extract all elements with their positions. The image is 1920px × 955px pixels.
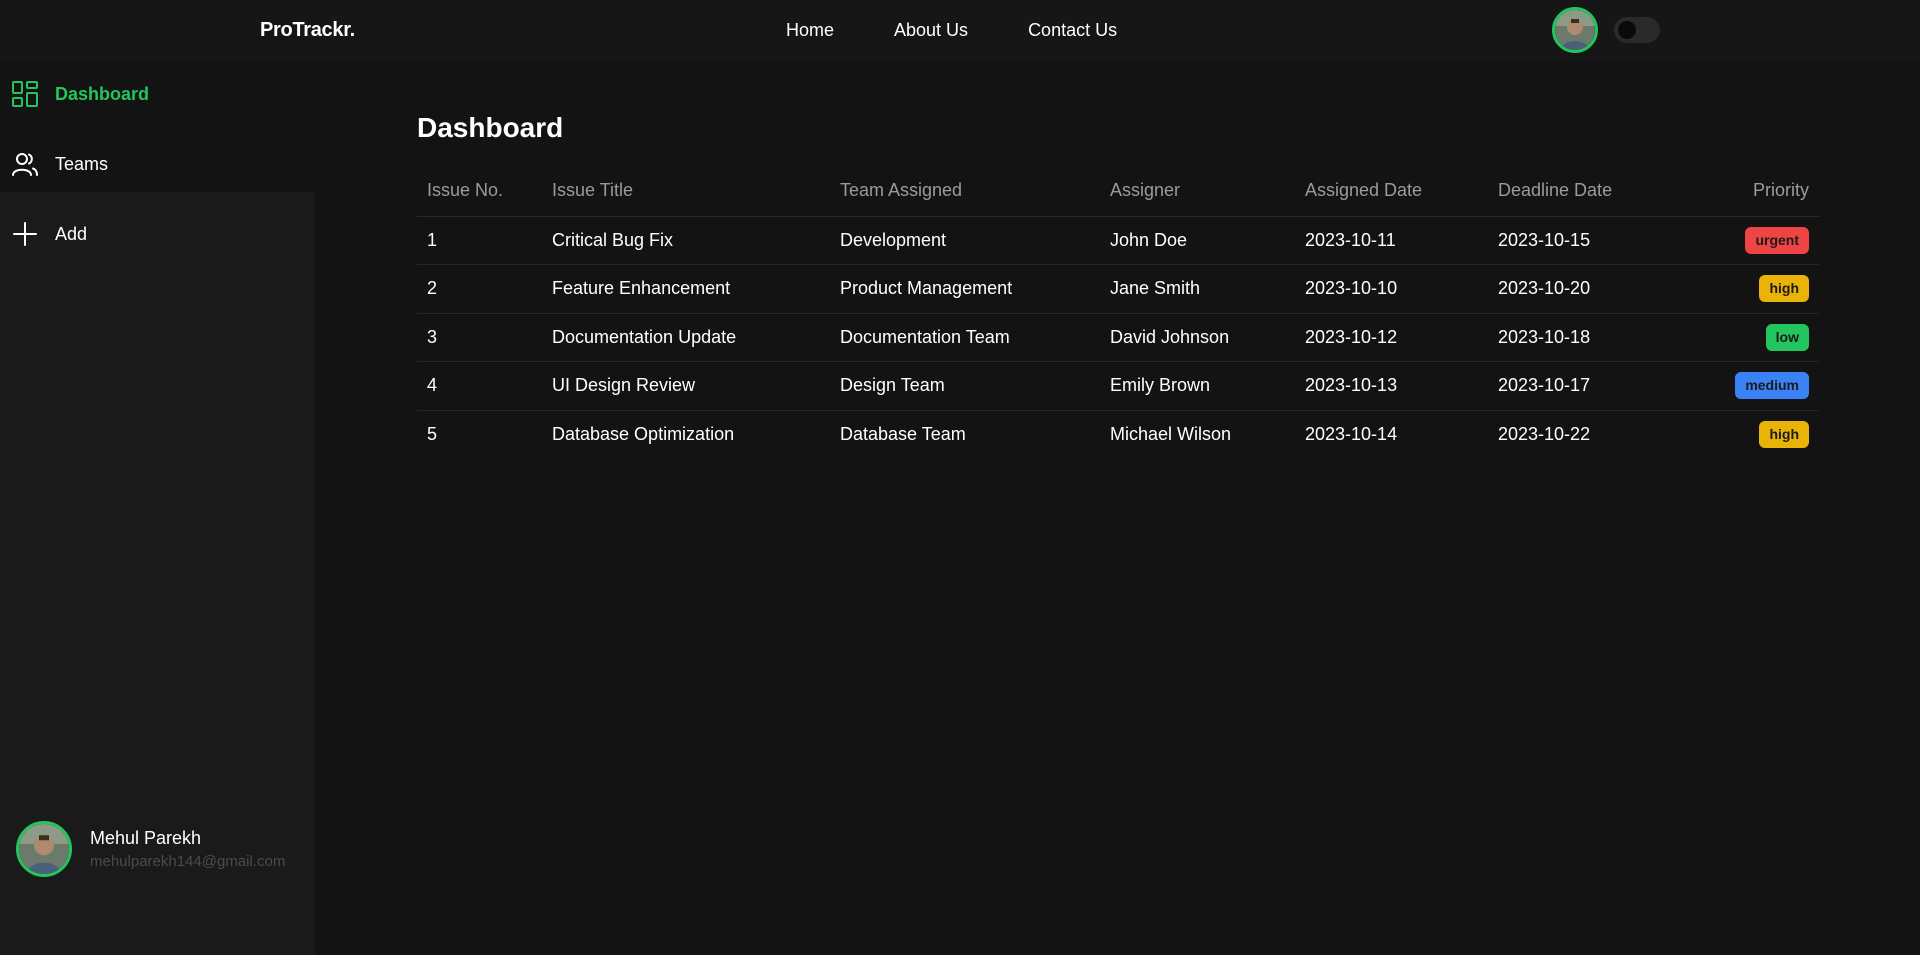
page-title: Dashboard bbox=[417, 112, 564, 143]
users-icon bbox=[11, 150, 39, 178]
column-header-priority[interactable]: Priority bbox=[1678, 166, 1819, 217]
cell-issue-title: Feature Enhancement bbox=[542, 264, 830, 314]
cell-priority: high bbox=[1678, 410, 1819, 459]
cell-issue-no: 5 bbox=[427, 424, 438, 444]
column-header-assigned-date[interactable]: Assigned Date bbox=[1295, 166, 1488, 217]
top-navbar: ProTrackr. Home About Us Contact Us bbox=[0, 0, 1920, 62]
nav-home-link[interactable]: Home bbox=[786, 20, 834, 41]
cell-team: Documentation Team bbox=[830, 313, 1100, 362]
cell-assigner: David Johnson bbox=[1100, 313, 1295, 362]
theme-toggle[interactable] bbox=[1614, 17, 1660, 43]
nav-contact-link[interactable]: Contact Us bbox=[1028, 20, 1117, 41]
priority-badge: medium bbox=[1735, 372, 1809, 400]
user-name: Mehul Parekh bbox=[90, 828, 202, 848]
cell-issue-no: 4 bbox=[417, 361, 542, 411]
cell-issue-title: Documentation Update bbox=[542, 313, 830, 362]
cell-issue-title: UI Design Review bbox=[542, 361, 830, 411]
cell-issue-no: 1 bbox=[417, 216, 542, 265]
sidebar: Dashboard Teams Add Mehul Parekh mehulpa… bbox=[0, 62, 314, 955]
table-row[interactable]: 2 Feature Enhancement Product Management… bbox=[417, 264, 1819, 314]
profile-avatar[interactable] bbox=[1552, 7, 1598, 53]
cell-issue-title: Database Optimization bbox=[552, 424, 735, 444]
sidebar-item-add[interactable]: Add bbox=[0, 204, 314, 264]
cell-assigned-date: 2023-10-11 bbox=[1295, 216, 1488, 265]
priority-badge: high bbox=[1759, 421, 1809, 448]
plus-icon bbox=[11, 220, 39, 248]
cell-issue-no: 2 bbox=[417, 264, 542, 314]
cell-deadline-date: 2023-10-22 bbox=[1498, 424, 1591, 444]
cell-issue-no: 3 bbox=[417, 313, 542, 362]
sidebar-item-label: Add bbox=[55, 223, 88, 244]
cell-deadline-date: 2023-10-18 bbox=[1488, 313, 1678, 362]
cell-priority: high bbox=[1678, 264, 1819, 314]
cell-deadline-date: 2023-10-15 bbox=[1488, 216, 1678, 265]
table-row[interactable]: 1 Critical Bug Fix Development John Doe … bbox=[417, 216, 1819, 265]
cell-issue-title: Critical Bug Fix bbox=[542, 216, 830, 265]
table-row[interactable]: 4 UI Design Review Design Team Emily Bro… bbox=[417, 361, 1819, 411]
user-info: Mehul Parekh mehulparekh144@gmail.com bbox=[90, 828, 285, 870]
cell-assigner: Michael Wilson bbox=[1110, 424, 1232, 444]
sidebar-item-label: Dashboard bbox=[55, 83, 150, 104]
priority-badge: high bbox=[1759, 275, 1809, 303]
cell-deadline-date: 2023-10-20 bbox=[1488, 264, 1678, 314]
cell-assigner: Emily Brown bbox=[1100, 361, 1295, 411]
cell-deadline-date: 2023-10-17 bbox=[1488, 361, 1678, 411]
cell-assigned-date: 2023-10-14 bbox=[1305, 424, 1398, 444]
priority-badge: low bbox=[1765, 323, 1809, 351]
table-row[interactable]: 3 Documentation Update Documentation Tea… bbox=[417, 313, 1819, 362]
cell-priority: medium bbox=[1678, 361, 1819, 411]
cell-team: Development bbox=[830, 216, 1100, 265]
column-header-team-assigned[interactable]: Team Assigned bbox=[830, 166, 1100, 217]
cell-assigned-date: 2023-10-13 bbox=[1295, 361, 1488, 411]
sidebar-item-label: Teams bbox=[55, 153, 109, 174]
cell-assigned-date: 2023-10-12 bbox=[1295, 313, 1488, 362]
cell-assigner: Jane Smith bbox=[1100, 264, 1295, 314]
table-row[interactable]: 5 Database Optimization Database Team Mi… bbox=[417, 410, 1819, 459]
sidebar-item-dashboard[interactable]: Dashboard bbox=[0, 64, 314, 124]
brand-logo[interactable]: ProTrackr. bbox=[260, 19, 355, 42]
cell-team: Database Team bbox=[840, 424, 966, 444]
cell-priority: low bbox=[1678, 313, 1819, 362]
issues-table: Issue No. Issue Title Team Assigned Assi… bbox=[417, 166, 1819, 459]
cell-team: Product Management bbox=[830, 264, 1100, 314]
column-header-assigner[interactable]: Assigner bbox=[1100, 166, 1295, 217]
cell-team: Design Team bbox=[830, 361, 1100, 411]
cell-assigner: John Doe bbox=[1100, 216, 1295, 265]
nav-about-link[interactable]: About Us bbox=[894, 20, 968, 41]
user-profile-card[interactable]: Mehul Parekh mehulparekh144@gmail.com bbox=[16, 821, 285, 877]
column-header-deadline-date[interactable]: Deadline Date bbox=[1488, 166, 1678, 217]
sidebar-item-teams[interactable]: Teams bbox=[0, 134, 314, 194]
avatar bbox=[16, 821, 72, 877]
cell-priority: urgent bbox=[1678, 216, 1819, 265]
priority-badge: urgent bbox=[1745, 226, 1809, 254]
dashboard-grid-icon bbox=[11, 80, 39, 108]
column-header-issue-title[interactable]: Issue Title bbox=[542, 166, 830, 217]
toggle-knob bbox=[1618, 21, 1636, 39]
user-email: mehulparekh144@gmail.com bbox=[90, 853, 286, 870]
main-nav: Home About Us Contact Us bbox=[786, 20, 1117, 41]
table-header-row: Issue No. Issue Title Team Assigned Assi… bbox=[417, 166, 1819, 217]
cell-assigned-date: 2023-10-10 bbox=[1295, 264, 1488, 314]
column-header-issue-no[interactable]: Issue No. bbox=[417, 166, 542, 217]
